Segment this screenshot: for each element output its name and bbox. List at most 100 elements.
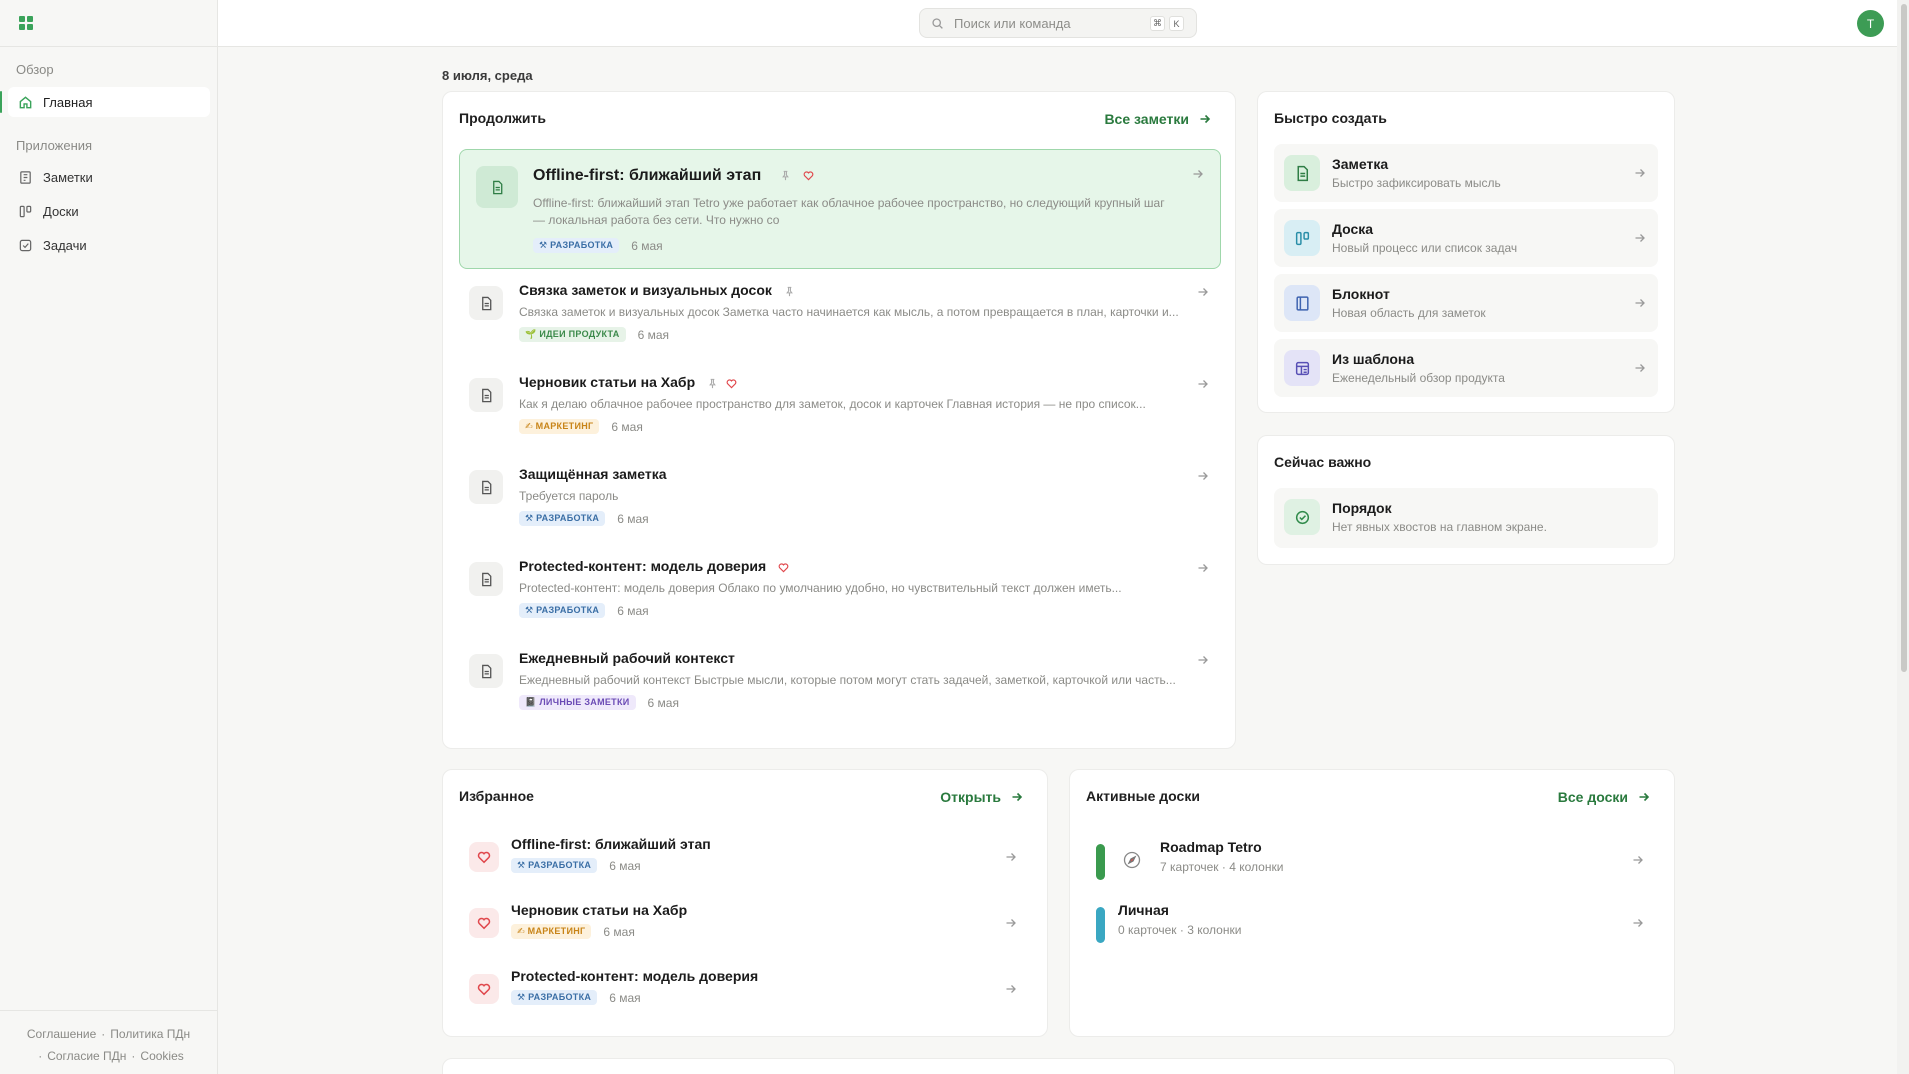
template-icon xyxy=(1284,350,1320,386)
note-row[interactable]: Связка заметок и визуальных досок Связка… xyxy=(459,278,1221,360)
board-row[interactable]: Roadmap Tetro 7 карточек · 4 колонки xyxy=(1086,838,1656,888)
quick-create-subtitle: Новый процесс или список задач xyxy=(1332,241,1518,255)
consent-link[interactable]: Согласие ПДн xyxy=(47,1049,126,1063)
favorites-open-link[interactable]: Открыть xyxy=(940,789,1023,805)
note-excerpt: Требуется пароль xyxy=(519,489,619,503)
app-logo-icon[interactable] xyxy=(19,16,33,30)
notes-icon xyxy=(20,170,31,184)
note-row[interactable]: Protected-контент: модель доверия Protec… xyxy=(459,554,1221,636)
favorite-row[interactable]: Offline-first: ближайший этап ⚒ РАЗРАБОТ… xyxy=(459,834,1029,884)
note-date: 6 мая xyxy=(647,695,679,710)
sidebar-footer: Соглашение · Политика ПДн · Согласие ПДн · Co… xyxy=(0,1010,217,1074)
arrow-right-icon xyxy=(1200,114,1211,124)
compass-icon xyxy=(1123,851,1141,869)
sidebar-item-label: Главная xyxy=(43,94,93,110)
tag-badge: ⚒ РАЗРАБОТКА xyxy=(519,603,606,618)
note-title: Protected-контент: модель доверия xyxy=(519,558,789,574)
active-boards-card: Активные доски Все доски Roadmap Tetro 7… xyxy=(1069,769,1675,1037)
quick-create-card: Быстро создать Заметка Быстро зафиксиров… xyxy=(1257,91,1675,413)
all-boards-link[interactable]: Все доски xyxy=(1558,789,1650,805)
featured-note-excerpt: Offline-first: ближайший этап Tetro уже … xyxy=(533,196,1165,227)
search-placeholder: Поиск или команда xyxy=(954,15,1071,31)
note-date: 6 мая xyxy=(637,327,670,342)
note-icon xyxy=(469,470,503,504)
tag-badge: ⚒ РАЗРАБОТКА xyxy=(511,990,598,1005)
note-excerpt: Ежедневный рабочий контекст Быстрые мысл… xyxy=(519,673,1176,687)
important-item[interactable]: Порядок Нет явных хвостов на главном экр… xyxy=(1274,488,1658,548)
create-note-button[interactable]: Заметка Быстро зафиксировать мысль xyxy=(1274,144,1658,202)
important-card: Сейчас важно Порядок Нет явных хвостов н… xyxy=(1257,435,1675,565)
sidebar-section-overview: Обзор xyxy=(16,62,54,77)
board-row[interactable]: Личная 0 карточек · 3 колонки xyxy=(1086,901,1656,951)
quick-create-label: Из шаблона xyxy=(1332,351,1415,367)
note-row[interactable]: Черновик статьи на Хабр Как я делаю обла… xyxy=(459,370,1221,452)
scrollbar[interactable] xyxy=(1897,0,1909,1074)
quick-create-label: Заметка xyxy=(1332,156,1389,172)
note-meta: ⚒ РАЗРАБОТКА 6 мая xyxy=(519,511,649,526)
cookies-link[interactable]: Cookies xyxy=(140,1049,183,1063)
favorite-meta: ⚒ РАЗРАБОТКА 6 мая xyxy=(511,990,641,1005)
sidebar-item-label: Задачи xyxy=(43,237,87,253)
favorite-meta: ✍ МАРКЕТИНГ 6 мая xyxy=(511,924,635,939)
note-icon xyxy=(469,378,503,412)
favorite-row[interactable]: Черновик статьи на Хабр ✍ МАРКЕТИНГ 6 мая xyxy=(459,900,1029,950)
date-heading: 8 июля, среда xyxy=(442,68,533,83)
pin-icon xyxy=(785,286,793,296)
note-title: Защищённая заметка xyxy=(519,466,667,482)
continue-card: Продолжить Все заметки Offline-first: бл… xyxy=(442,91,1236,749)
heart-icon[interactable] xyxy=(726,378,737,389)
arrow-right-icon xyxy=(1198,472,1208,480)
avatar[interactable]: T xyxy=(1857,10,1884,37)
board-title: Личная xyxy=(1118,902,1169,918)
favorites-card: Избранное Открыть Offline-first: ближайш… xyxy=(442,769,1048,1037)
board-color-bar xyxy=(1096,844,1105,880)
heart-icon[interactable] xyxy=(778,562,789,573)
note-meta: 🌱 ИДЕИ ПРОДУКТА 6 мая xyxy=(519,327,669,342)
tag-badge: ⚒ РАЗРАБОТКА xyxy=(511,858,598,873)
note-meta: 📓 ЛИЧНЫЕ ЗАМЕТКИ 6 мая xyxy=(519,695,679,710)
sidebar-item-label: Доски xyxy=(43,203,79,219)
create-from-template-button[interactable]: Из шаблона Еженедельный обзор продукта xyxy=(1274,339,1658,397)
create-notebook-button[interactable]: Блокнот Новая область для заметок xyxy=(1274,274,1658,332)
privacy-link[interactable]: Политика ПДн xyxy=(110,1027,190,1041)
heart-icon xyxy=(469,842,499,872)
sidebar-item-tasks[interactable]: Задачи xyxy=(8,230,210,260)
tag-badge: ✍ МАРКЕТИНГ xyxy=(511,924,592,939)
arrow-right-icon xyxy=(1633,856,1643,864)
search-input[interactable]: Поиск или команда ⌘ K xyxy=(919,8,1197,38)
favorite-row[interactable]: Protected-контент: модель доверия ⚒ РАЗР… xyxy=(459,966,1029,1016)
favorites-open-label: Открыть xyxy=(940,789,1001,805)
note-date: 6 мая xyxy=(617,511,649,526)
board-icon xyxy=(1284,220,1320,256)
note-row[interactable]: Ежедневный рабочий контекст Ежедневный р… xyxy=(459,646,1221,728)
quick-create-subtitle: Новая область для заметок xyxy=(1332,306,1486,320)
note-excerpt: Связка заметок и визуальных досок Заметк… xyxy=(519,305,1179,319)
heart-icon[interactable] xyxy=(803,170,814,181)
arrow-right-icon xyxy=(1198,288,1208,296)
arrow-right-icon xyxy=(1006,985,1016,993)
note-date: 6 мая xyxy=(631,238,663,253)
all-notes-link[interactable]: Все заметки xyxy=(1104,111,1211,127)
note-meta: ✍ МАРКЕТИНГ 6 мая xyxy=(519,419,643,434)
agreement-link[interactable]: Соглашение xyxy=(27,1027,96,1041)
note-date: 6 мая xyxy=(609,990,641,1005)
sidebar-item-notes[interactable]: Заметки xyxy=(8,162,210,192)
kbd-key: K xyxy=(1169,16,1184,31)
featured-note[interactable]: Offline-first: ближайший этап Offline-fi… xyxy=(459,149,1221,269)
favorite-meta: ⚒ РАЗРАБОТКА 6 мая xyxy=(511,858,641,873)
create-board-button[interactable]: Доска Новый процесс или список задач xyxy=(1274,209,1658,267)
scrollbar-thumb[interactable] xyxy=(1901,4,1907,672)
sidebar-item-boards[interactable]: Доски xyxy=(8,196,210,226)
pin-icon xyxy=(781,171,789,181)
sidebar-item-home[interactable]: Главная xyxy=(0,87,210,117)
note-icon xyxy=(476,166,518,208)
note-row[interactable]: Защищённая заметка Требуется пароль ⚒ РА… xyxy=(459,462,1221,544)
board-title: Roadmap Tetro xyxy=(1160,839,1262,855)
arrow-right-icon xyxy=(1193,170,1203,178)
sidebar-item-label: Заметки xyxy=(43,169,93,185)
arrow-right-icon xyxy=(1198,380,1208,388)
sidebar-header xyxy=(0,0,217,47)
note-excerpt: Как я делаю облачное рабочее пространств… xyxy=(519,397,1146,411)
arrow-right-icon xyxy=(1635,364,1645,372)
arrow-right-icon xyxy=(1198,564,1208,572)
